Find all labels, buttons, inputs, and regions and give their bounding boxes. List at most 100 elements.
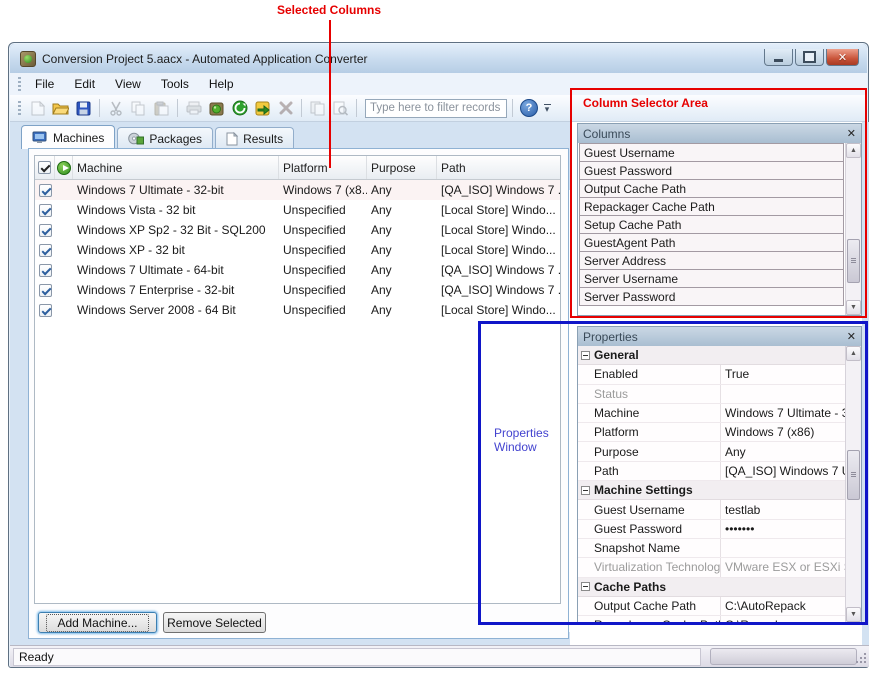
machine-platform: Windows 7 (x8... xyxy=(279,183,367,197)
machine-purpose: Any xyxy=(367,283,437,297)
maximize-button[interactable] xyxy=(795,49,824,66)
resize-grip[interactable] xyxy=(856,653,866,663)
machine-name: Windows 7 Enterprise - 32-bit xyxy=(73,283,279,297)
annotation-properties-box xyxy=(478,321,868,625)
toolbar-separator xyxy=(512,99,513,117)
row-checkbox[interactable] xyxy=(35,204,55,217)
machine-platform: Unspecified xyxy=(279,263,367,277)
export-run-icon[interactable] xyxy=(252,98,273,119)
machine-row[interactable]: Windows XP Sp2 - 32 Bit - SQL200 Unspeci… xyxy=(35,220,560,240)
header-platform[interactable]: Platform xyxy=(279,156,367,179)
annotation-column-selector-box: Column Selector Area xyxy=(570,88,867,318)
machine-purpose: Any xyxy=(367,263,437,277)
machine-name: Windows 7 Ultimate - 64-bit xyxy=(73,263,279,277)
machine-row[interactable]: Windows 7 Ultimate - 32-bit Windows 7 (x… xyxy=(35,180,560,200)
row-checkbox[interactable] xyxy=(35,224,55,237)
close-button[interactable]: ✕ xyxy=(826,49,859,66)
annotation-selected-columns-label: Selected Columns xyxy=(254,3,404,17)
header-machine[interactable]: Machine xyxy=(73,156,279,179)
preview-icon[interactable] xyxy=(330,98,351,119)
app-package-icon xyxy=(20,51,36,67)
progress-pane xyxy=(710,648,857,665)
window-controls: ✕ xyxy=(764,49,859,66)
disc-package-icon xyxy=(128,132,144,145)
run-status-icon xyxy=(55,156,73,179)
machine-purpose: Any xyxy=(367,183,437,197)
row-checkbox[interactable] xyxy=(35,244,55,257)
menu-item[interactable]: Help xyxy=(199,75,244,93)
header-path[interactable]: Path xyxy=(437,156,560,179)
machine-row[interactable]: Windows Vista - 32 bit Unspecified Any [… xyxy=(35,200,560,220)
title-bar[interactable]: Conversion Project 5.aacx - Automated Ap… xyxy=(10,44,867,73)
menu-item[interactable]: Edit xyxy=(64,75,105,93)
toolbar-separator xyxy=(301,99,302,117)
cut-icon[interactable] xyxy=(105,98,126,119)
tab-results[interactable]: Results xyxy=(215,127,294,149)
machine-rows: Windows 7 Ultimate - 32-bit Windows 7 (x… xyxy=(35,180,560,320)
tab-results-label: Results xyxy=(243,132,283,146)
minimize-button[interactable] xyxy=(764,49,793,66)
machine-purpose: Any xyxy=(367,243,437,257)
toolbar-separator xyxy=(356,99,357,117)
annotation-properties-window-label: Properties Window xyxy=(494,426,564,454)
machine-platform: Unspecified xyxy=(279,223,367,237)
machine-row[interactable]: Windows 7 Enterprise - 32-bit Unspecifie… xyxy=(35,280,560,300)
save-icon[interactable] xyxy=(73,98,94,119)
menu-item[interactable]: View xyxy=(105,75,151,93)
screenshot-root: Conversion Project 5.aacx - Automated Ap… xyxy=(0,0,878,676)
machine-path: [QA_ISO] Windows 7 ... xyxy=(437,263,560,277)
machine-path: [Local Store] Windo... xyxy=(437,243,560,257)
machine-name: Windows Server 2008 - 64 Bit xyxy=(73,303,279,317)
select-all-checkbox[interactable] xyxy=(35,156,55,179)
machine-purpose: Any xyxy=(367,203,437,217)
toolbar-grip-handle[interactable] xyxy=(18,101,21,115)
machine-path: [Local Store] Windo... xyxy=(437,223,560,237)
machine-row[interactable]: Windows XP - 32 bit Unspecified Any [Loc… xyxy=(35,240,560,260)
machine-list-header: Machine Platform Purpose Path xyxy=(35,156,560,180)
toolbar-overflow-icon[interactable]: ▾ xyxy=(540,98,554,118)
help-icon[interactable]: ? xyxy=(520,99,538,117)
row-checkbox[interactable] xyxy=(35,184,55,197)
header-purpose[interactable]: Purpose xyxy=(367,156,437,179)
refresh-icon[interactable] xyxy=(229,98,250,119)
new-project-icon[interactable] xyxy=(27,98,48,119)
machine-platform: Unspecified xyxy=(279,303,367,317)
machine-row[interactable]: Windows 7 Ultimate - 64-bit Unspecified … xyxy=(35,260,560,280)
row-checkbox[interactable] xyxy=(35,304,55,317)
report-pages-icon[interactable] xyxy=(307,98,328,119)
machine-path: [QA_ISO] Windows 7 ... xyxy=(437,283,560,297)
toolbar-separator xyxy=(99,99,100,117)
machine-path: [Local Store] Windo... xyxy=(437,303,560,317)
menu-grip-handle[interactable] xyxy=(18,77,21,91)
machine-path: [Local Store] Windo... xyxy=(437,203,560,217)
paste-icon[interactable] xyxy=(151,98,172,119)
filter-records-input[interactable] xyxy=(365,99,507,118)
machine-purpose: Any xyxy=(367,303,437,317)
machine-purpose: Any xyxy=(367,223,437,237)
machine-platform: Unspecified xyxy=(279,283,367,297)
status-text: Ready xyxy=(13,648,701,666)
tab-machines-label: Machines xyxy=(53,131,104,145)
tab-machines[interactable]: Machines xyxy=(21,125,115,149)
printer-icon[interactable] xyxy=(183,98,204,119)
annotation-pointer-line xyxy=(329,20,331,168)
row-checkbox[interactable] xyxy=(35,284,55,297)
stop-icon[interactable] xyxy=(275,98,296,119)
menu-item[interactable]: File xyxy=(25,75,64,93)
machine-name: Windows 7 Ultimate - 32-bit xyxy=(73,183,279,197)
package-icon[interactable] xyxy=(206,98,227,119)
remove-selected-button[interactable]: Remove Selected xyxy=(163,612,266,633)
window-title: Conversion Project 5.aacx - Automated Ap… xyxy=(42,52,368,66)
add-machine-button[interactable]: Add Machine... xyxy=(38,612,157,633)
machine-platform: Unspecified xyxy=(279,243,367,257)
machine-name: Windows Vista - 32 bit xyxy=(73,203,279,217)
row-checkbox[interactable] xyxy=(35,264,55,277)
machine-row[interactable]: Windows Server 2008 - 64 Bit Unspecified… xyxy=(35,300,560,320)
tab-packages[interactable]: Packages xyxy=(117,127,213,149)
open-project-icon[interactable] xyxy=(50,98,71,119)
menu-item[interactable]: Tools xyxy=(151,75,199,93)
document-icon xyxy=(226,132,238,146)
monitor-icon xyxy=(32,131,48,144)
annotation-column-selector-label: Column Selector Area xyxy=(583,96,708,110)
copy-icon[interactable] xyxy=(128,98,149,119)
